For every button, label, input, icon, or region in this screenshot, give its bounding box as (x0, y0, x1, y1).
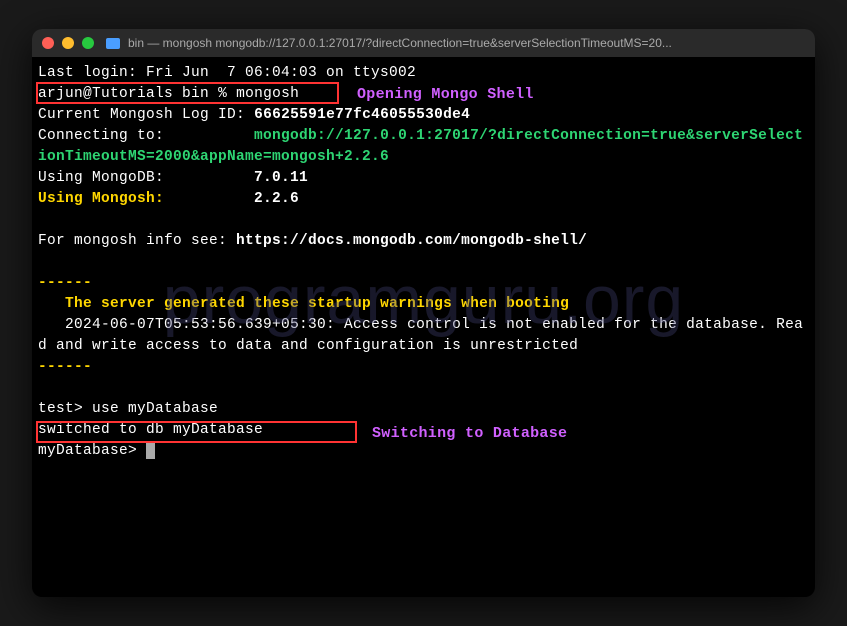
test-prompt: test> (38, 401, 83, 417)
mydb-prompt: myDatabase> (38, 443, 137, 459)
blank-line-3 (38, 378, 809, 399)
docs-url: https://docs.mongodb.com/mongodb-shell/ (236, 233, 587, 249)
terminal-body[interactable]: Opening Mongo Shell Switching to Databas… (32, 57, 815, 597)
window-title: bin — mongosh mongodb://127.0.0.1:27017/… (128, 36, 672, 50)
blank-line-2 (38, 252, 809, 273)
mongodb-version: 7.0.11 (254, 170, 308, 186)
warn-header-text: The server generated these startup warni… (65, 296, 569, 312)
mongosh-version: 2.2.6 (254, 191, 299, 207)
highlight-box-1 (36, 82, 339, 104)
connecting-line: Connecting to: mongodb://127.0.0.1:27017… (38, 126, 809, 168)
test-prompt-line: test> use myDatabase (38, 399, 809, 420)
log-id-label: Current Mongosh Log ID: (38, 107, 245, 123)
mongodb-version-line: Using MongoDB: 7.0.11 (38, 168, 809, 189)
mongosh-label: Using Mongosh: (38, 191, 164, 207)
close-button[interactable] (42, 37, 54, 49)
connecting-label: Connecting to: (38, 128, 164, 144)
last-login-line: Last login: Fri Jun 7 06:04:03 on ttys00… (38, 63, 809, 84)
minimize-button[interactable] (62, 37, 74, 49)
annotation-open-shell: Opening Mongo Shell (357, 84, 534, 106)
highlight-box-2 (36, 421, 357, 443)
maximize-button[interactable] (82, 37, 94, 49)
docs-line: For mongosh info see: https://docs.mongo… (38, 231, 809, 252)
log-id-line: Current Mongosh Log ID: 66625591e77fc460… (38, 105, 809, 126)
use-command: use myDatabase (92, 401, 218, 417)
warning-header: The server generated these startup warni… (38, 294, 809, 315)
terminal-window: bin — mongosh mongodb://127.0.0.1:27017/… (32, 29, 815, 597)
mongodb-label: Using MongoDB: (38, 170, 164, 186)
traffic-lights (42, 37, 94, 49)
folder-icon (106, 38, 120, 49)
titlebar: bin — mongosh mongodb://127.0.0.1:27017/… (32, 29, 815, 57)
blank-line (38, 210, 809, 231)
cursor (146, 442, 155, 459)
dash-line-1: ------ (38, 273, 809, 294)
log-id-value: 66625591e77fc46055530de4 (254, 107, 470, 123)
dash-line-2: ------ (38, 357, 809, 378)
warning-body: 2024-06-07T05:53:56.639+05:30: Access co… (38, 315, 809, 357)
annotation-switch-db: Switching to Database (372, 423, 567, 445)
mongosh-version-line: Using Mongosh: 2.2.6 (38, 189, 809, 210)
docs-label: For mongosh info see: (38, 233, 236, 249)
